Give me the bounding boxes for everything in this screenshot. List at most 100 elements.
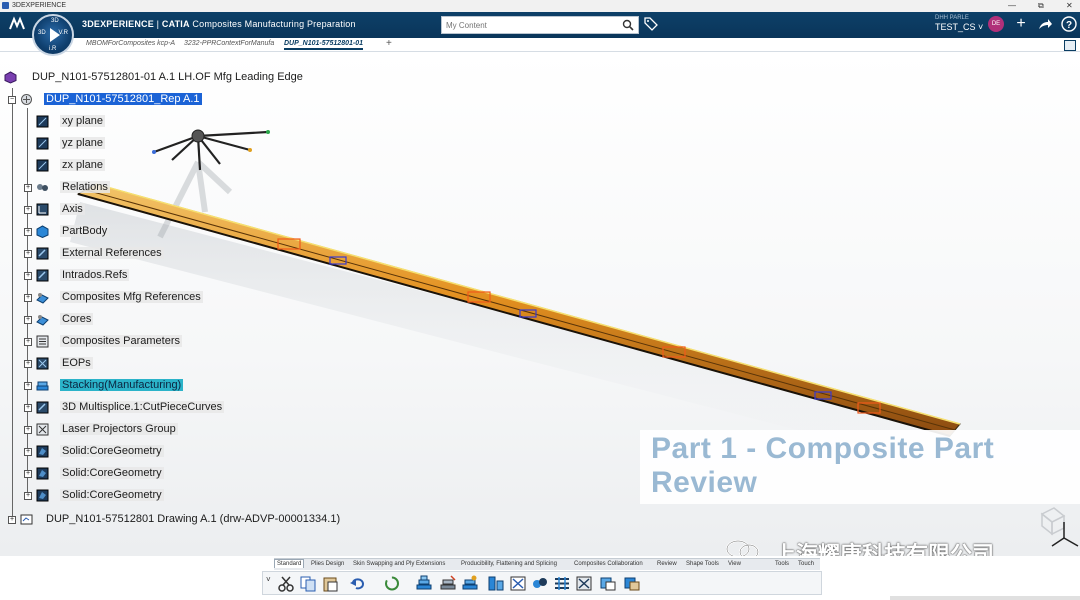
user-block[interactable]: DHH PARLE TEST_CS ˅ [935, 15, 983, 32]
tree-item-label[interactable]: Axis [60, 203, 85, 215]
tree-item-zx-plane[interactable]: zx plane [24, 158, 404, 174]
tree-item-external-references[interactable]: + External References [24, 246, 404, 262]
tree-item-label[interactable]: Relations [60, 181, 110, 193]
tree-item-axis[interactable]: + Axis [24, 202, 404, 218]
tree-item-intrados-refs[interactable]: + Intrados.Refs [24, 268, 404, 284]
expand-toggle[interactable]: + [24, 382, 32, 390]
collapse-toggle[interactable]: − [8, 96, 16, 104]
stack-c-icon[interactable] [461, 575, 479, 592]
tree-item-composites-mfg-references[interactable]: + Composites Mfg References [24, 290, 404, 306]
stack-f-icon[interactable] [531, 575, 549, 592]
tree-item-solid-core-2[interactable]: + Solid:CoreGeometry [24, 466, 404, 482]
tab-mbom[interactable]: MBOMForComposites kcp-A [86, 40, 175, 47]
expand-toggle[interactable]: + [24, 250, 32, 258]
expand-toggle[interactable]: + [24, 426, 32, 434]
new-tab-button[interactable]: + [386, 38, 392, 49]
search-field[interactable] [441, 16, 639, 34]
tree-item-label[interactable]: Cores [60, 313, 94, 325]
help-icon[interactable]: ? [1061, 16, 1077, 32]
expand-toggle[interactable]: + [24, 294, 32, 302]
tree-item-yz-plane[interactable]: yz plane [24, 136, 404, 152]
expand-toggle[interactable]: + [24, 184, 32, 192]
tab-ppr-context[interactable]: 3232-PPRContextForManufa [184, 40, 274, 47]
update-icon[interactable] [383, 575, 401, 592]
tab-plies-design[interactable]: Plies Design [309, 560, 346, 568]
expand-toggle[interactable]: + [24, 206, 32, 214]
tree-item-label[interactable]: Solid:CoreGeometry [60, 467, 164, 479]
user-name[interactable]: TEST_CS ˅ [935, 22, 983, 32]
tab-review[interactable]: Review [655, 560, 679, 568]
expand-toggle[interactable]: + [24, 338, 32, 346]
tree-root-label[interactable]: DUP_N101-57512801-01 A.1 LH.OF Mfg Leadi… [30, 71, 305, 83]
tree-item-label[interactable]: zx plane [60, 159, 105, 171]
compass-top-label[interactable]: 3D [51, 18, 59, 24]
tree-item-stacking[interactable]: + Stacking(Manufacturing) [24, 378, 404, 394]
ds-logo-icon[interactable] [8, 16, 26, 35]
expand-toggle[interactable]: + [8, 516, 16, 524]
tree-drawing-node[interactable]: + DUP_N101-57512801 Drawing A.1 (drw-ADV… [8, 512, 408, 528]
close-button[interactable]: ✕ [1066, 1, 1073, 10]
tree-item-label[interactable]: 3D Multisplice.1:CutPieceCurves [60, 401, 225, 413]
play-icon[interactable] [50, 28, 60, 42]
tree-item-laser-projectors[interactable]: + Laser Projectors Group [24, 422, 404, 438]
expand-toggle[interactable]: + [24, 360, 32, 368]
tree-item-cores[interactable]: + Cores [24, 312, 404, 328]
undo-icon[interactable] [349, 575, 367, 592]
tree-item-eops[interactable]: + EOPs [24, 356, 404, 372]
tree-item-label[interactable]: EOPs [60, 357, 93, 369]
stack-d-icon[interactable] [487, 575, 505, 592]
tab-producibility[interactable]: Producibility, Flattening and Splicing [459, 560, 559, 568]
expand-toggle[interactable]: + [24, 228, 32, 236]
tree-rep-label[interactable]: DUP_N101-57512801_Rep A.1 [44, 93, 202, 105]
tab-skin-swapping[interactable]: Skin Swapping and Ply Extensions [351, 560, 447, 568]
expand-toggle[interactable]: + [24, 272, 32, 280]
tree-item-label[interactable]: Stacking(Manufacturing) [60, 379, 184, 391]
copy-icon[interactable] [299, 575, 317, 592]
tree-item-relations[interactable]: + Relations [24, 180, 404, 196]
tree-item-label[interactable]: Intrados.Refs [60, 269, 130, 281]
tree-drawing-label[interactable]: DUP_N101-57512801 Drawing A.1 (drw-ADVP-… [44, 513, 342, 525]
expand-toggle[interactable]: + [24, 470, 32, 478]
stack-g-icon[interactable] [553, 575, 571, 592]
stack-j-icon[interactable] [623, 575, 641, 592]
tab-shape-tools[interactable]: Shape Tools [684, 560, 721, 568]
search-input[interactable] [446, 19, 616, 32]
compass-bottom-label[interactable]: i.R [49, 46, 56, 52]
maximize-button[interactable]: ⧉ [1038, 1, 1044, 11]
tree-item-label[interactable]: Composites Mfg References [60, 291, 203, 303]
tree-item-label[interactable]: Solid:CoreGeometry [60, 445, 164, 457]
tab-dup-part[interactable]: DUP_N101-57512801-01 [284, 40, 363, 50]
expand-icon[interactable] [1064, 40, 1076, 51]
stack-i-icon[interactable] [599, 575, 617, 592]
expand-toggle[interactable]: + [24, 316, 32, 324]
paste-icon[interactable] [321, 575, 339, 592]
cut-icon[interactable] [277, 575, 295, 592]
stack-b-icon[interactable] [439, 575, 457, 592]
expand-toggle[interactable]: + [24, 448, 32, 456]
stack-e-icon[interactable] [509, 575, 527, 592]
tree-item-label[interactable]: Composites Parameters [60, 335, 182, 347]
axis-gizmo-icon[interactable] [1020, 504, 1080, 556]
horizontal-scrollbar[interactable] [890, 596, 1080, 600]
tree-item-xy-plane[interactable]: xy plane [24, 114, 404, 130]
tree-item-label[interactable]: Laser Projectors Group [60, 423, 178, 435]
tab-view[interactable]: View [726, 560, 743, 568]
tree-item-label[interactable]: External References [60, 247, 164, 259]
tree-item-label[interactable]: PartBody [60, 225, 110, 237]
tree-item-partbody[interactable]: + PartBody [24, 224, 404, 240]
share-icon[interactable] [1037, 16, 1053, 32]
tree-item-label[interactable]: yz plane [60, 137, 105, 149]
search-icon[interactable] [622, 19, 634, 31]
tab-standard[interactable]: Standard [274, 559, 305, 568]
stack-h-icon[interactable] [575, 575, 593, 592]
tree-item-solid-core-3[interactable]: + Solid:CoreGeometry [24, 488, 404, 504]
minimize-button[interactable]: — [1008, 1, 1016, 10]
tab-tools[interactable]: Tools [773, 560, 791, 568]
tree-root[interactable]: DUP_N101-57512801-01 A.1 LH.OF Mfg Leadi… [4, 70, 404, 86]
tree-item-multisplice[interactable]: + 3D Multisplice.1:CutPieceCurves [24, 400, 404, 416]
expand-toggle[interactable]: + [24, 492, 32, 500]
tree-item-label[interactable]: Solid:CoreGeometry [60, 489, 164, 501]
3d-viewport[interactable]: DUP_N101-57512801-01 A.1 LH.OF Mfg Leadi… [0, 52, 1080, 556]
tree-rep-node[interactable]: − DUP_N101-57512801_Rep A.1 [8, 92, 408, 108]
tree-item-solid-core-1[interactable]: + Solid:CoreGeometry [24, 444, 404, 460]
